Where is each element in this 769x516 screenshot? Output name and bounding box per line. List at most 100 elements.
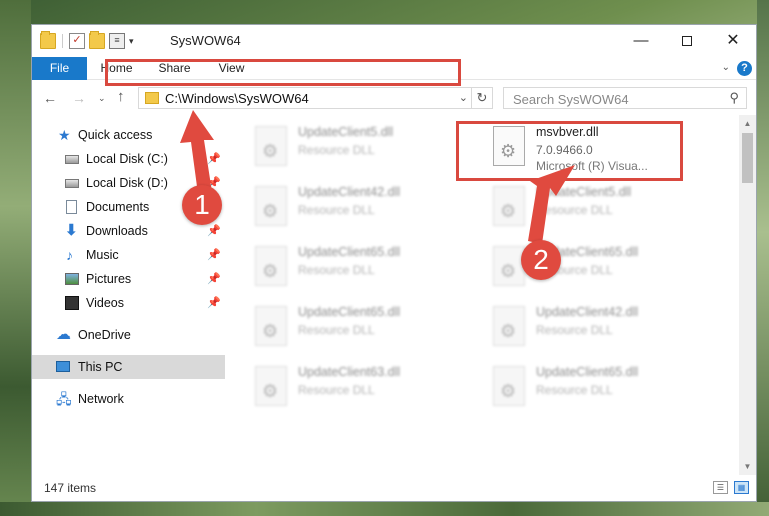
cloud-icon: ☁	[56, 326, 71, 343]
file-name: UpdateClient65.dll	[298, 245, 401, 259]
address-bar[interactable]: C:\Windows\SysWOW64 ⌄ ↻	[138, 87, 493, 109]
sidebar-item-quick-access[interactable]: ★ Quick access	[32, 123, 225, 147]
download-icon: ⬇	[65, 222, 78, 239]
file-description: Resource DLL	[536, 383, 613, 397]
file-description: Resource DLL	[298, 323, 375, 337]
list-item[interactable]: UpdateClient42.dll Resource DLL	[228, 181, 458, 237]
sidebar-item-label: Documents	[86, 200, 150, 214]
list-item[interactable]: UpdateClient65.dll Resource DLL	[466, 241, 696, 297]
navigation-bar: ← → ⌄ ↑ C:\Windows\SysWOW64 ⌄ ↻ Search S…	[32, 81, 756, 115]
file-name: UpdateClient5.dll	[536, 185, 632, 199]
scroll-thumb[interactable]	[742, 133, 753, 183]
music-icon: ♪	[66, 247, 73, 263]
sidebar-item-label: Downloads	[86, 224, 148, 238]
details-view-icon[interactable]: ☰	[713, 481, 728, 494]
forward-button[interactable]: →	[72, 90, 86, 106]
sidebar-item-pictures[interactable]: Pictures 📌	[32, 267, 225, 291]
list-item[interactable]: UpdateClient5.dll Resource DLL	[228, 121, 458, 177]
pictures-icon	[65, 273, 79, 285]
address-folder-icon	[145, 92, 159, 104]
quick-access-toolbar: ✓ ≡ ▾	[40, 31, 134, 49]
close-button[interactable]: ✕	[710, 25, 756, 57]
sidebar-item-local-disk-c[interactable]: Local Disk (C:) 📌	[32, 147, 225, 171]
sidebar-item-this-pc[interactable]: This PC	[32, 355, 225, 379]
expand-ribbon-icon[interactable]: ⌄	[722, 62, 730, 73]
scroll-up-icon[interactable]: ▲	[739, 115, 756, 132]
customize-icon[interactable]: ≡	[109, 33, 125, 49]
dll-file-icon	[255, 246, 287, 286]
sidebar-item-label: Videos	[86, 296, 124, 310]
file-description: Resource DLL	[536, 203, 613, 217]
list-item[interactable]: UpdateClient65.dll Resource DLL	[228, 241, 458, 297]
pin-icon[interactable]: 📌	[207, 267, 221, 291]
sidebar-item-network[interactable]: 🖧 Network	[32, 387, 225, 411]
title-bar: ✓ ≡ ▾ SysWOW64 — ✕	[32, 25, 756, 57]
up-button[interactable]: ↑	[117, 88, 125, 105]
list-item[interactable]: UpdateClient5.dll Resource DLL	[466, 181, 696, 237]
new-folder-icon[interactable]	[89, 31, 105, 49]
search-placeholder: Search SysWOW64	[513, 92, 629, 107]
file-name: UpdateClient42.dll	[298, 185, 401, 199]
maximize-icon	[682, 36, 692, 47]
file-name: UpdateClient63.dll	[298, 365, 401, 379]
dll-file-icon	[255, 306, 287, 346]
search-icon[interactable]: ⚲	[729, 90, 739, 106]
status-bar: 147 items ☰ ▦	[32, 475, 756, 501]
toolbar-divider	[62, 34, 63, 48]
step-1-badge: 1	[182, 185, 222, 225]
maximize-button[interactable]	[664, 25, 710, 57]
pin-icon[interactable]: 📌	[207, 243, 221, 267]
sidebar-item-label: Quick access	[78, 128, 153, 142]
back-button[interactable]: ←	[43, 90, 57, 106]
sidebar-item-videos[interactable]: Videos 📌	[32, 291, 225, 315]
disk-icon	[65, 179, 79, 188]
address-path[interactable]: C:\Windows\SysWOW64	[165, 91, 309, 106]
help-icon[interactable]: ?	[737, 61, 752, 76]
search-input[interactable]: Search SysWOW64 ⚲	[503, 87, 747, 109]
scroll-down-icon[interactable]: ▼	[739, 458, 756, 475]
file-description: Resource DLL	[298, 383, 375, 397]
file-name: UpdateClient42.dll	[536, 305, 639, 319]
pin-icon[interactable]: 📌	[207, 147, 221, 171]
file-name: UpdateClient65.dll	[536, 365, 639, 379]
address-bar-highlight	[105, 59, 461, 86]
refresh-icon[interactable]: ↻	[471, 88, 492, 108]
pin-icon[interactable]: 📌	[207, 291, 221, 315]
list-item[interactable]: UpdateClient65.dll Resource DLL	[466, 361, 696, 417]
file-name: UpdateClient65.dll	[298, 305, 401, 319]
address-dropdown-icon[interactable]: ⌄	[459, 91, 468, 104]
vertical-scrollbar[interactable]: ▲ ▼	[739, 115, 756, 475]
disk-icon	[65, 155, 79, 164]
file-description: Resource DLL	[298, 143, 375, 157]
properties-check-icon[interactable]: ✓	[69, 33, 85, 49]
computer-icon	[56, 361, 70, 372]
dll-file-icon	[493, 366, 525, 406]
window-title: SysWOW64	[170, 33, 241, 48]
list-item[interactable]: UpdateClient65.dll Resource DLL	[228, 301, 458, 357]
folder-icon	[40, 31, 56, 49]
sidebar-item-label: This PC	[78, 360, 123, 374]
file-description: Resource DLL	[298, 263, 375, 277]
sidebar-item-label: OneDrive	[78, 328, 131, 342]
item-count: 147 items	[44, 481, 97, 495]
tab-file[interactable]: File	[32, 57, 87, 80]
sidebar-item-music[interactable]: ♪ Music 📌	[32, 243, 225, 267]
recent-locations-icon[interactable]: ⌄	[98, 93, 106, 104]
minimize-button[interactable]: —	[618, 25, 664, 57]
large-icons-view-icon[interactable]: ▦	[734, 481, 749, 494]
list-item[interactable]: UpdateClient63.dll Resource DLL	[228, 361, 458, 417]
dll-file-icon	[493, 306, 525, 346]
sidebar-item-label: Pictures	[86, 272, 132, 286]
videos-icon	[65, 296, 79, 310]
navigation-pane: ★ Quick access Local Disk (C:) 📌 Local D…	[32, 115, 227, 475]
step-2-badge: 2	[521, 240, 561, 280]
desktop-background-left	[0, 0, 31, 516]
qat-dropdown-icon[interactable]: ▾	[129, 36, 134, 47]
list-item[interactable]: UpdateClient42.dll Resource DLL	[466, 301, 696, 357]
dll-file-icon	[493, 186, 525, 226]
star-icon: ★	[58, 127, 71, 143]
sidebar-item-label: Network	[78, 392, 124, 406]
sidebar-item-label: Music	[86, 248, 119, 262]
sidebar-item-onedrive[interactable]: ☁ OneDrive	[32, 323, 225, 347]
target-file-highlight	[456, 121, 683, 181]
